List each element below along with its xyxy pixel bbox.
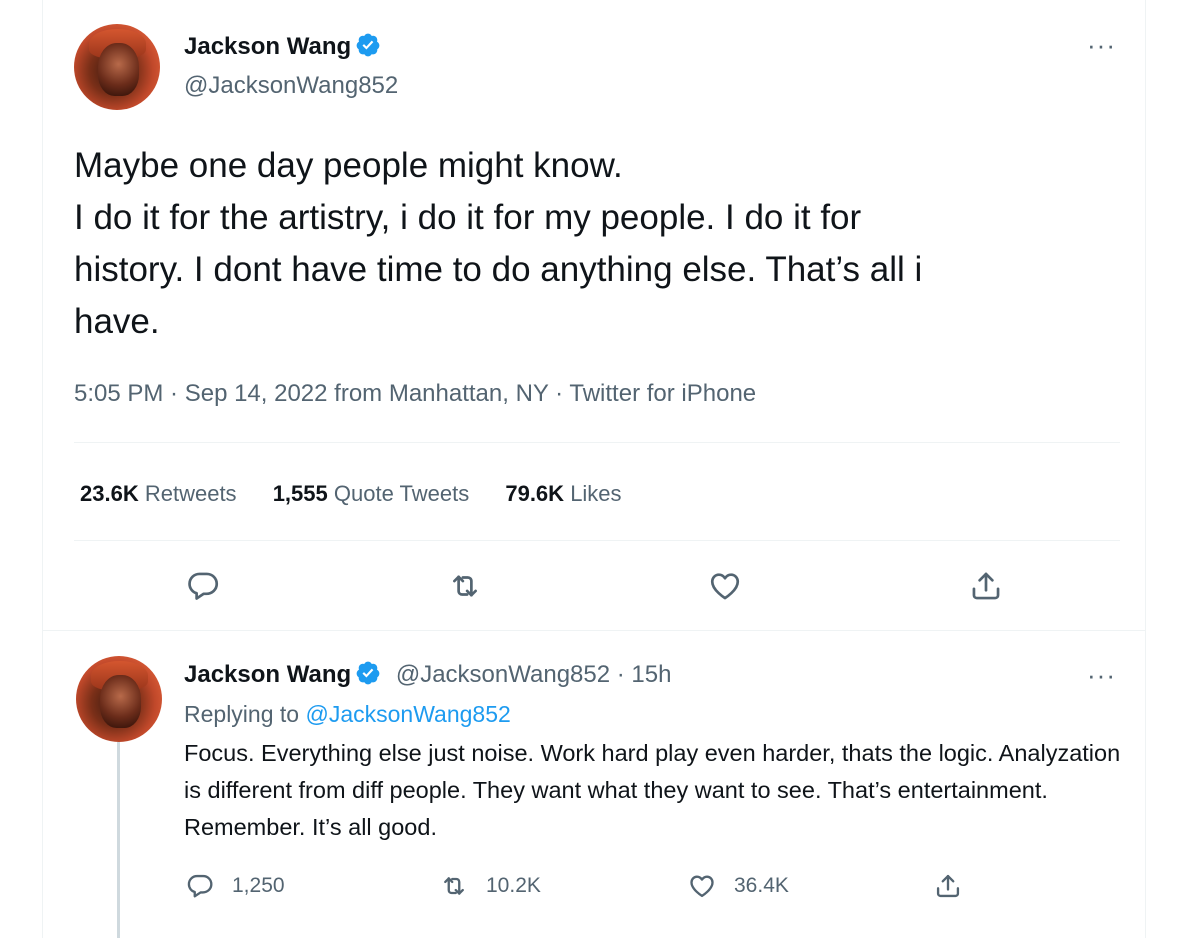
verified-badge-icon	[356, 661, 380, 685]
retweets-stat[interactable]: 23.6K Retweets	[80, 481, 237, 507]
author-handle[interactable]: @JacksonWang852	[184, 72, 398, 100]
author-name-row[interactable]: Jackson Wang	[184, 32, 381, 61]
like-button[interactable]	[708, 569, 742, 603]
reply-retweet-count: 10.2K	[486, 874, 541, 897]
divider	[42, 630, 1146, 631]
retweets-count: 23.6K	[80, 481, 139, 506]
like-icon	[690, 875, 714, 898]
reply-text: Focus. Everything else just noise. Work …	[184, 740, 1121, 840]
reply-icon	[187, 874, 213, 898]
tweet-text-line: have.	[74, 302, 160, 341]
share-icon	[972, 572, 1000, 600]
like-icon	[710, 573, 740, 600]
retweet-icon	[453, 575, 477, 597]
replying-to-label: Replying to	[184, 701, 300, 727]
retweet-button[interactable]	[448, 569, 482, 603]
likes-stat[interactable]: 79.6K Likes	[505, 481, 621, 507]
verified-badge-icon	[356, 33, 380, 57]
quote-tweets-stat[interactable]: 1,555 Quote Tweets	[273, 481, 470, 507]
retweets-label: Retweets	[144, 481, 237, 506]
quote-tweets-label: Quote Tweets	[333, 481, 470, 506]
tweet-text-line: I do it for the artistry, i do it for my…	[74, 198, 862, 237]
reply-more-options-icon[interactable]: ···	[1087, 662, 1116, 688]
reply-button[interactable]	[186, 569, 220, 603]
reply-author-avatar[interactable]	[76, 656, 162, 742]
reply-header: Jackson Wang @JacksonWang852 · 15h	[184, 660, 671, 689]
reply-retweet-button[interactable]: 10.2K	[440, 872, 541, 900]
reply-reply-button[interactable]: 1,250	[186, 872, 285, 900]
tweet-text-line: Maybe one day people might know.	[74, 146, 623, 185]
tweet-text: Maybe one day people might know. I do it…	[74, 140, 922, 348]
likes-label: Likes	[570, 481, 622, 506]
tweet-timestamp-source[interactable]: 5:05 PM · Sep 14, 2022 from Manhattan, N…	[74, 380, 756, 408]
avatar-face	[98, 42, 140, 97]
more-options-icon[interactable]: ···	[1087, 32, 1116, 58]
divider	[74, 442, 1120, 443]
quote-tweets-count: 1,555	[272, 481, 328, 506]
engagement-stats: 23.6K Retweets 1,555 Quote Tweets 79.6K …	[80, 481, 652, 507]
reply-icon	[188, 572, 219, 600]
reply-author-handle-time[interactable]: @JacksonWang852 · 15h	[396, 661, 672, 688]
share-button[interactable]	[969, 569, 1003, 603]
author-avatar[interactable]	[74, 24, 160, 110]
reply-like-count: 36.4K	[734, 874, 789, 897]
author-name[interactable]: Jackson Wang	[184, 33, 351, 60]
divider	[74, 540, 1120, 541]
avatar-face	[100, 674, 142, 729]
reply-share-button[interactable]	[934, 872, 980, 900]
reply-like-button[interactable]: 36.4K	[688, 872, 789, 900]
thread-connector-line	[117, 742, 120, 938]
replying-to: Replying to @JacksonWang852	[184, 701, 511, 728]
likes-count: 79.6K	[505, 481, 565, 506]
share-icon	[936, 874, 960, 898]
tweet-text-line: history. I dont have time to do anything…	[74, 250, 923, 289]
reply-reply-count: 1,250	[232, 874, 285, 897]
retweet-icon	[444, 877, 464, 895]
replying-to-handle-link[interactable]: @JacksonWang852	[305, 701, 510, 727]
reply-author-name[interactable]: Jackson Wang	[184, 661, 351, 688]
